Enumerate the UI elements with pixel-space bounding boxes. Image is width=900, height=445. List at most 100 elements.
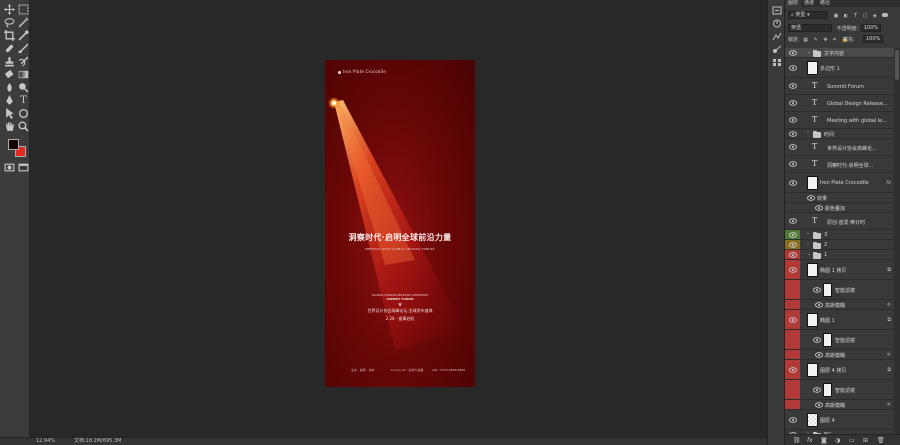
visibility-eye-icon[interactable] <box>789 241 797 248</box>
layer-row[interactable]: ⌄ 1 <box>785 250 894 260</box>
layer-row[interactable]: 多边形 1 <box>785 58 894 78</box>
visibility-eye-icon[interactable] <box>789 266 797 273</box>
type-tool-icon[interactable]: T <box>17 95 30 107</box>
fill-input[interactable]: 100% <box>863 35 883 43</box>
filter-options-icon[interactable]: ≑ <box>887 352 891 358</box>
dodge-tool-icon[interactable] <box>17 82 30 94</box>
visibility-eye-icon[interactable] <box>789 83 797 89</box>
adjustment-layer-icon[interactable]: ◑ <box>835 437 840 444</box>
filter-kind-icons[interactable]: ▣ ◐ T ▢ ◈ <box>834 13 879 19</box>
visibility-eye-icon[interactable] <box>789 316 797 323</box>
layer-row[interactable]: 高斯模糊 ≑ <box>785 300 894 310</box>
lasso-tool-icon[interactable] <box>3 17 16 29</box>
layer-row[interactable]: 图层 4 拷贝 ⧉ <box>785 360 894 380</box>
new-layer-icon[interactable]: ⊞ <box>863 437 868 444</box>
visibility-eye-icon[interactable] <box>815 351 823 358</box>
visibility-eye-icon[interactable] <box>789 144 797 150</box>
layers-scrollbar[interactable] <box>894 48 900 434</box>
visibility-eye-icon[interactable] <box>815 301 823 308</box>
layer-row[interactable]: T 洞察时代·启明全球... <box>785 156 894 173</box>
filter-options-icon[interactable]: ≑ <box>887 302 891 308</box>
pen-tool-icon[interactable] <box>3 95 16 107</box>
swatches-panel-icon[interactable] <box>772 58 782 67</box>
brush-settings-icon[interactable] <box>772 45 782 54</box>
layer-row[interactable]: › 时间 <box>785 129 894 139</box>
blur-tool-icon[interactable] <box>3 82 16 94</box>
foreground-color-swatch[interactable] <box>8 139 19 150</box>
layer-row[interactable]: 椭圆 1 ⧉ <box>785 310 894 330</box>
adjustments-panel-icon[interactable] <box>772 32 782 41</box>
layer-row[interactable]: 图层 4 <box>785 410 894 430</box>
layer-row[interactable]: 智能滤镜 <box>785 380 894 400</box>
visibility-eye-icon[interactable] <box>813 386 821 393</box>
scrollbar-thumb[interactable] <box>895 50 899 80</box>
layer-row[interactable]: T Global Design Release... <box>785 95 894 112</box>
layer-row[interactable]: › 3 <box>785 230 894 240</box>
visibility-eye-icon[interactable] <box>789 161 797 167</box>
layer-row[interactable]: 智能滤镜 <box>785 330 894 350</box>
chevron-down-icon[interactable]: ⌄ <box>807 49 811 55</box>
visibility-eye-icon[interactable] <box>789 130 797 137</box>
hand-tool-icon[interactable] <box>3 121 16 133</box>
new-group-icon[interactable]: ▭ <box>849 437 855 444</box>
chevron-right-icon[interactable]: › <box>807 130 809 136</box>
screen-mode-icon[interactable] <box>17 162 30 174</box>
visibility-eye-icon[interactable] <box>789 179 797 186</box>
eraser-tool-icon[interactable] <box>3 69 16 81</box>
layer-row[interactable]: T Summit Forum <box>785 78 894 95</box>
visibility-eye-icon[interactable] <box>813 336 821 343</box>
filter-toggle[interactable] <box>882 13 889 17</box>
layers-list[interactable]: ⌄ 文字内容 多边形 1 T Summit Forum T Global Design Re… <box>785 48 900 440</box>
gradient-tool-icon[interactable] <box>17 69 30 81</box>
poster-document[interactable]: Iron Plate Crocodile 洞察时代·启明全球前沿力量 MEETI… <box>325 60 475 387</box>
fx-icon[interactable]: fx <box>807 437 813 444</box>
opacity-input[interactable]: 100% <box>860 24 881 32</box>
layer-row[interactable]: 高斯模糊 ≑ <box>785 400 894 410</box>
tab-paths[interactable]: 路径 <box>817 0 833 7</box>
brush-tool-icon[interactable] <box>17 43 30 55</box>
crop-tool-icon[interactable] <box>3 30 16 42</box>
canvas-area[interactable]: Iron Plate Crocodile 洞察时代·启明全球前沿力量 MEETI… <box>31 0 767 437</box>
visibility-eye-icon[interactable] <box>789 366 797 373</box>
eyedropper-tool-icon[interactable] <box>17 30 30 42</box>
zoom-level[interactable]: 12.94% <box>36 438 55 445</box>
visibility-eye-icon[interactable] <box>789 117 797 123</box>
history-brush-tool-icon[interactable] <box>17 56 30 68</box>
history-panel-icon[interactable] <box>772 6 782 15</box>
visibility-eye-icon[interactable] <box>789 49 797 56</box>
visibility-eye-icon[interactable] <box>807 194 815 201</box>
layer-row[interactable]: T Meeting with global le... <box>785 112 894 129</box>
layer-row[interactable]: 智能滤镜 <box>785 280 894 300</box>
layer-row[interactable]: 椭圆 1 拷贝 ⧉ <box>785 260 894 280</box>
layer-row[interactable]: 高斯模糊 ≑ <box>785 350 894 360</box>
delete-layer-icon[interactable]: 🗑 <box>877 437 885 444</box>
magic-wand-tool-icon[interactable] <box>17 17 30 29</box>
path-selection-tool-icon[interactable] <box>3 108 16 120</box>
visibility-eye-icon[interactable] <box>815 204 823 211</box>
quick-mask-icon[interactable] <box>3 162 16 174</box>
layer-row[interactable]: T 世界设计协会高峰论... <box>785 139 894 156</box>
fx-indicator[interactable]: fx <box>886 180 891 186</box>
visibility-eye-icon[interactable] <box>789 218 797 224</box>
chevron-down-icon[interactable]: ⌄ <box>807 251 811 257</box>
blend-mode-select[interactable]: 穿透 <box>788 24 832 32</box>
layer-row[interactable]: 效果 <box>785 193 894 203</box>
visibility-eye-icon[interactable] <box>789 251 797 258</box>
visibility-eye-icon[interactable] <box>789 416 797 423</box>
layer-row[interactable]: › 2 <box>785 240 894 250</box>
visibility-eye-icon[interactable] <box>789 100 797 106</box>
move-tool-icon[interactable] <box>3 4 16 16</box>
filter-options-icon[interactable]: ≑ <box>887 402 891 408</box>
clone-stamp-tool-icon[interactable] <box>3 56 16 68</box>
link-layers-icon[interactable]: ⛓ <box>793 437 801 444</box>
visibility-eye-icon[interactable] <box>789 231 797 238</box>
properties-panel-icon[interactable] <box>772 19 782 28</box>
chevron-right-icon[interactable]: › <box>807 231 809 237</box>
zoom-tool-icon[interactable] <box>17 121 30 133</box>
layer-row[interactable]: ⌄ 文字内容 <box>785 48 894 58</box>
layer-filter-select[interactable]: ⌕ 类型 ▾ <box>788 11 828 19</box>
visibility-eye-icon[interactable] <box>815 401 823 408</box>
layer-row[interactable]: T 原创·首发·倒计时 <box>785 213 894 230</box>
marquee-tool-icon[interactable] <box>17 4 30 16</box>
healing-brush-tool-icon[interactable] <box>3 43 16 55</box>
